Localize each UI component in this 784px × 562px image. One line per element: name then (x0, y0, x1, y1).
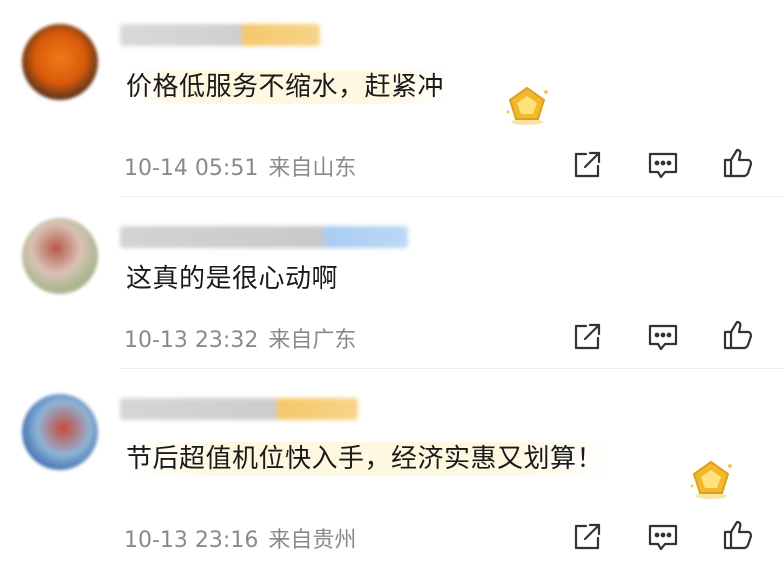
comment-icon[interactable] (646, 320, 680, 354)
share-icon[interactable] (570, 320, 604, 354)
comment-location: 来自山东 (268, 156, 357, 181)
comment-icon[interactable] (646, 148, 680, 182)
share-icon[interactable] (570, 520, 604, 554)
comment-time: 10-13 23:16 (124, 528, 259, 553)
comment-location: 来自广东 (268, 328, 357, 353)
fan-badge-icon (690, 460, 732, 499)
avatar[interactable] (22, 394, 98, 470)
like-icon[interactable] (721, 318, 755, 352)
like-icon[interactable] (721, 518, 755, 552)
divider (120, 196, 784, 197)
divider (120, 368, 784, 369)
share-icon[interactable] (570, 148, 604, 182)
comment-icon[interactable] (646, 520, 680, 554)
comment-meta: 10-13 23:16 来自贵州 (124, 522, 356, 554)
comment-item-1: 价格低服务不缩水，赶紧冲 10-14 05:51 来自山东 (0, 0, 784, 197)
username-blurred[interactable] (120, 398, 358, 420)
username-blurred[interactable] (120, 24, 320, 46)
comment-text: 这真的是很心动啊 (126, 264, 339, 294)
like-icon[interactable] (721, 146, 755, 180)
avatar[interactable] (22, 24, 98, 100)
comment-time: 10-14 05:51 (124, 156, 259, 181)
comment-meta: 10-13 23:32 来自广东 (124, 322, 356, 354)
username-blurred[interactable] (120, 226, 408, 248)
comment-text: 价格低服务不缩水，赶紧冲 (124, 70, 451, 104)
comment-text: 节后超值机位快入手，经济实惠又划算！ (124, 442, 610, 476)
fan-badge-icon (506, 86, 548, 125)
avatar[interactable] (22, 218, 98, 294)
comment-time: 10-13 23:32 (124, 328, 259, 353)
comment-location: 来自贵州 (268, 528, 357, 553)
comment-meta: 10-14 05:51 来自山东 (124, 150, 356, 182)
